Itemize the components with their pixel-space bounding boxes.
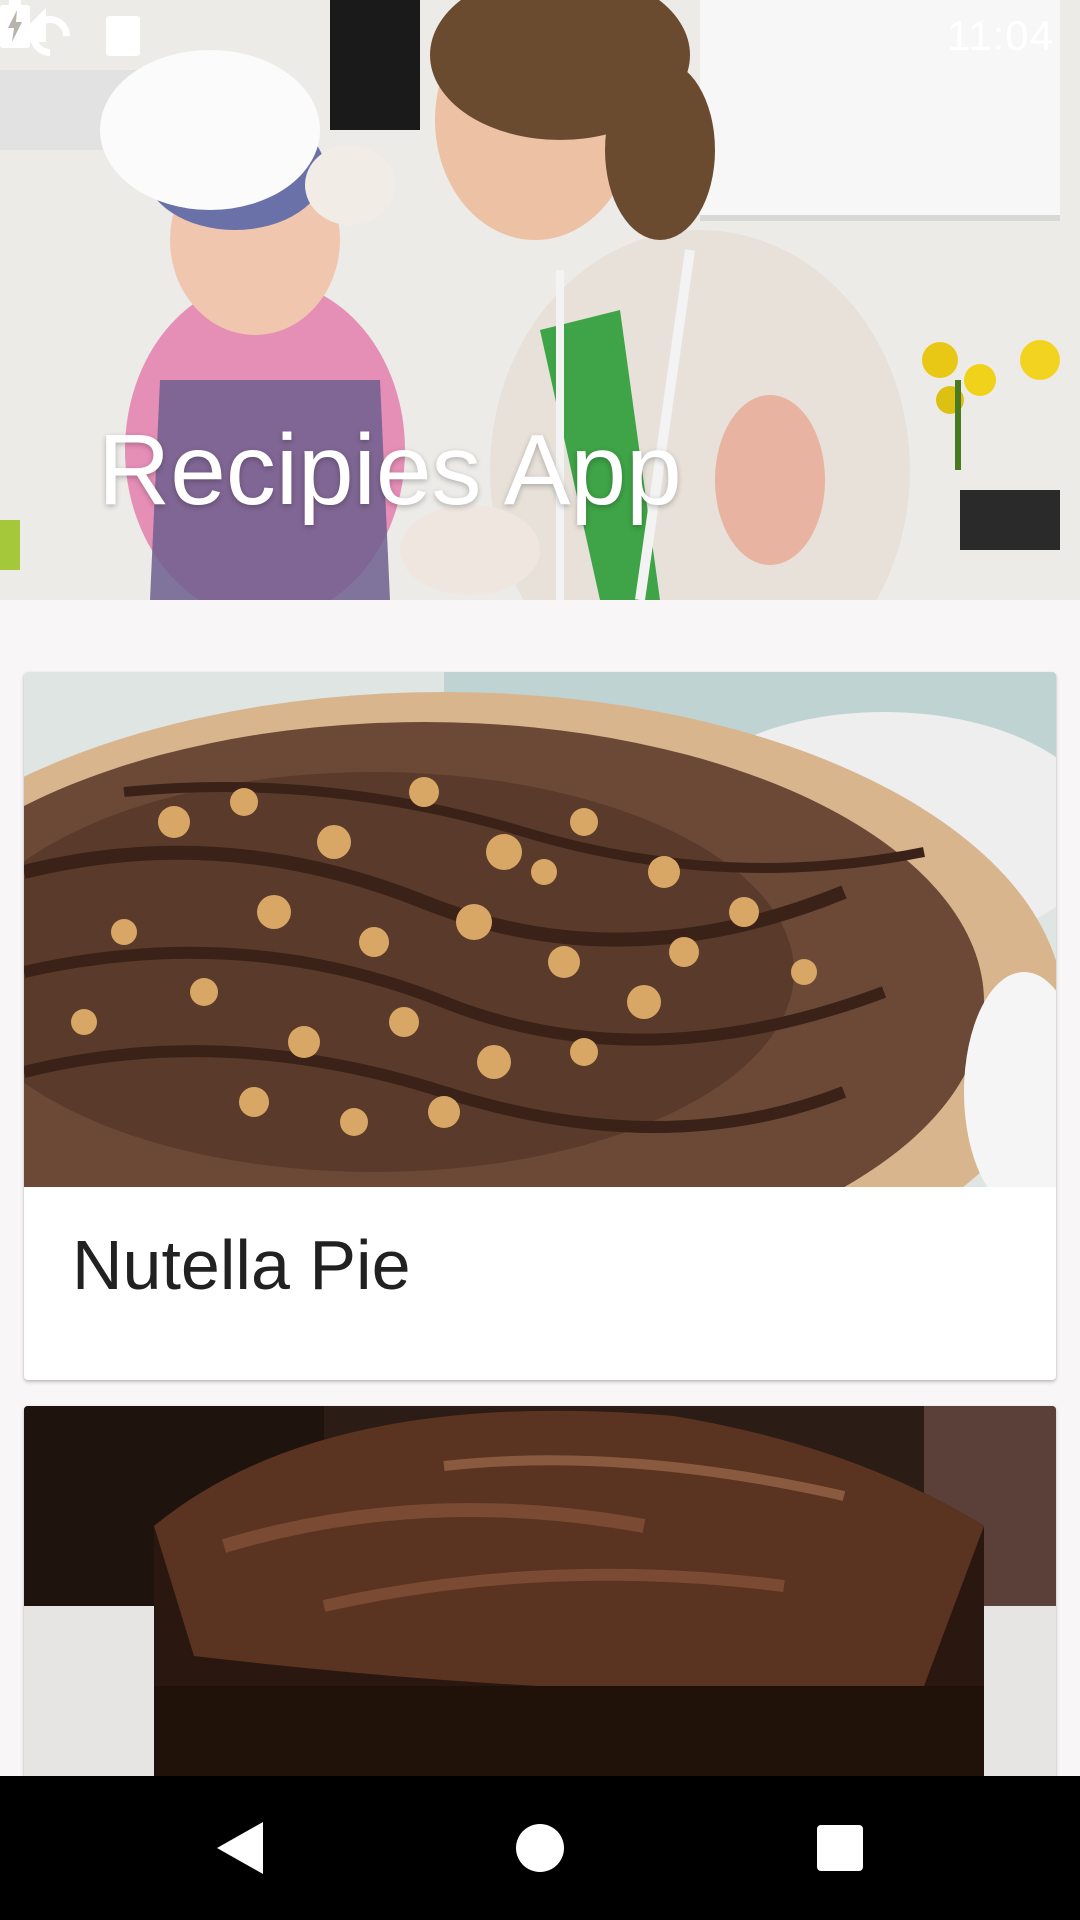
header-hero: Recipies App LTE 11:04 [0, 0, 1080, 600]
back-icon[interactable] [210, 1818, 270, 1878]
app-title: Recipies App [98, 414, 682, 526]
recipe-card[interactable]: Nutella Pie [24, 672, 1056, 1380]
recipe-image [24, 672, 1056, 1187]
recents-icon[interactable] [810, 1818, 870, 1878]
battery-charging-icon [0, 0, 30, 48]
status-bar: LTE 11:04 [0, 0, 1080, 72]
sd-card-icon [106, 16, 140, 56]
home-icon[interactable] [510, 1818, 570, 1878]
recipes-screen: Recipies App LTE 11:04 [0, 0, 1080, 1920]
nutella-pie-photo [24, 672, 1056, 1187]
status-time: 11:04 [947, 12, 1054, 59]
navigation-bar [0, 1776, 1080, 1920]
recipe-title: Nutella Pie [72, 1226, 411, 1304]
